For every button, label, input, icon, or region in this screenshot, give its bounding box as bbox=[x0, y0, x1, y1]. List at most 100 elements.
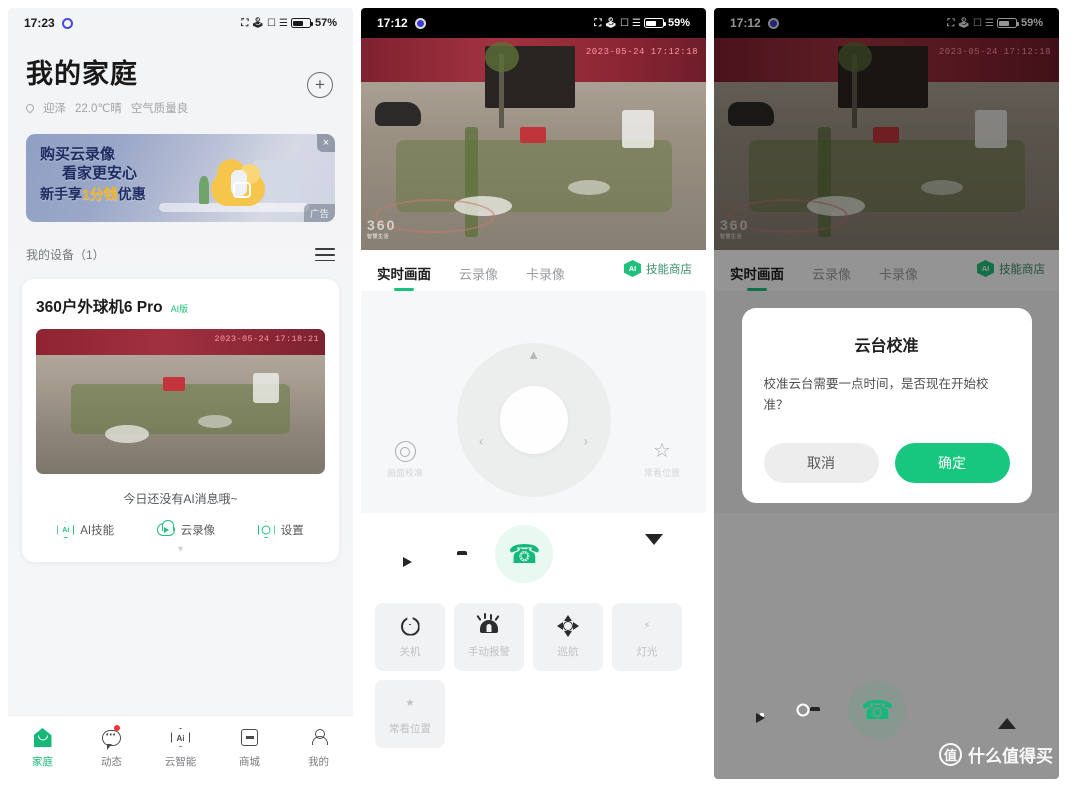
status-bar: 17:12 ⛶ 🕹 ☐ ☰ 59% bbox=[361, 8, 706, 38]
talk-button[interactable]: ☎ bbox=[848, 681, 907, 739]
ad-banner[interactable]: 购买云录像 看家更安心 新手享1分钱优惠 × 广告 bbox=[26, 134, 335, 222]
battery-icon bbox=[643, 18, 666, 28]
ad-play-icon bbox=[233, 182, 251, 198]
tile-light[interactable]: ⚡ 灯光 bbox=[612, 603, 682, 671]
ai-skill-button[interactable]: Ai AI技能 bbox=[57, 521, 115, 539]
cloud-record-label: 云录像 bbox=[180, 524, 216, 537]
dialog-message: 校准云台需要一点时间，是否现在开始校准？ bbox=[763, 377, 989, 413]
device-card[interactable]: 360户外球机6 Pro AI版 2023-05-24 17:18:21 今日还… bbox=[22, 279, 339, 563]
watermark-badge: 值 bbox=[939, 743, 962, 766]
tab-cloud-ai[interactable]: Ai 云智能 bbox=[146, 727, 215, 769]
device-ai-badge: AI版 bbox=[170, 304, 189, 315]
bluetooth-icon: 🕹 bbox=[604, 17, 617, 29]
location-pin-icon bbox=[24, 102, 36, 114]
light-icon: ⚡ bbox=[643, 619, 651, 632]
home-header: 我的家庭 + 迎泽 22.0℃晴 空气质量良 bbox=[8, 38, 353, 120]
expand-button[interactable] bbox=[998, 701, 1017, 729]
status-dot-icon bbox=[61, 17, 73, 29]
tile-cruise[interactable]: 巡航 bbox=[533, 603, 603, 671]
settings-button[interactable]: 设置 bbox=[257, 521, 304, 539]
air-quality-label: 空气质量良 bbox=[130, 103, 189, 115]
video-dish2-shape bbox=[568, 179, 610, 195]
ad-close-icon[interactable]: × bbox=[317, 134, 335, 152]
screenshot-stage: 17:23 ⛶ 🕹 ☐ ☰ 57% 我的家庭 + 迎泽 22.0℃晴 空气质量良 bbox=[0, 0, 1080, 787]
talk-button[interactable]: ☎ bbox=[495, 525, 554, 583]
status-bar: 17:23 ⛶ 🕹 ☐ ☰ 57% bbox=[8, 8, 353, 38]
tab-cloud-record[interactable]: 云录像 bbox=[459, 264, 498, 291]
shop-icon bbox=[241, 729, 258, 746]
tab-card-record[interactable]: 卡录像 bbox=[526, 264, 565, 291]
video-watermark: 360 智慧生活 bbox=[367, 217, 397, 240]
watermark-text: 什么值得买 bbox=[968, 747, 1053, 766]
tile-power[interactable]: 关机 bbox=[375, 603, 445, 671]
tile-manual-alarm[interactable]: 手动报警 bbox=[454, 603, 524, 671]
ptz-left-icon[interactable]: ‹ bbox=[479, 434, 483, 449]
skill-store-icon: AI bbox=[624, 260, 641, 277]
ad-line-1: 购买云录像 bbox=[40, 146, 116, 163]
power-icon bbox=[400, 615, 420, 637]
location-label: 迎泽 bbox=[43, 103, 66, 115]
cloud-record-button[interactable]: 云录像 bbox=[156, 520, 216, 538]
skill-store-button[interactable]: AI 技能商店 bbox=[624, 260, 692, 277]
tab-shop[interactable]: 商城 bbox=[215, 727, 284, 769]
nfc-icon: ⛶ bbox=[594, 17, 601, 29]
nfc-icon: ⛶ bbox=[241, 17, 248, 29]
temperature-label: 22.0℃晴 bbox=[75, 103, 122, 115]
bluetooth-icon: 🕹 bbox=[251, 17, 264, 29]
ptz-dial[interactable]: ▲ bbox=[456, 343, 611, 497]
ad-tag-label: 广告 bbox=[303, 204, 335, 222]
unread-badge bbox=[113, 724, 120, 731]
tab-live-view[interactable]: 实时画面 bbox=[377, 263, 431, 291]
tab-mine[interactable]: 我的 bbox=[284, 727, 353, 769]
ptz-calibrate-button[interactable]: 画面校准 bbox=[387, 441, 423, 479]
tile-favorite-position-label: 常看位置 bbox=[389, 723, 431, 735]
tile-power-label: 关机 bbox=[399, 646, 421, 658]
thumb-dish-shape bbox=[105, 424, 150, 443]
thumb-red-object bbox=[163, 377, 186, 392]
status-time: 17:23 bbox=[24, 16, 55, 30]
device-card-title: 360户外球机6 Pro AI版 bbox=[36, 295, 325, 317]
cancel-button[interactable]: 取消 bbox=[763, 442, 879, 483]
ad-illustration bbox=[157, 152, 317, 216]
vibrate-icon: ☐ bbox=[267, 17, 276, 29]
signal-icon: ☰ bbox=[279, 17, 288, 29]
add-device-button[interactable]: + bbox=[307, 72, 333, 98]
function-tile-grid: 关机 手动报警 巡航 ⚡ 灯光 ★ 常看位置 bbox=[361, 593, 706, 748]
confirm-button[interactable]: 确定 bbox=[894, 442, 1010, 483]
ptz-calibrate-label: 画面校准 bbox=[387, 468, 424, 478]
ptz-up-icon[interactable]: ▲ bbox=[527, 347, 540, 362]
tab-home-label: 家庭 bbox=[32, 755, 53, 768]
ptz-favorites-button[interactable]: ☆ 常看位置 bbox=[644, 441, 680, 479]
ptz-favorites-label: 常看位置 bbox=[643, 468, 680, 478]
tile-light-label: 灯光 bbox=[636, 646, 658, 658]
video-white-object bbox=[622, 110, 655, 149]
no-ai-message-text: 今日还没有AI消息哦~ bbox=[123, 492, 238, 507]
phone-icon: ☎ bbox=[861, 695, 894, 725]
battery-percent: 59% bbox=[667, 17, 690, 29]
ptz-center-button[interactable] bbox=[499, 386, 568, 454]
ai-skill-icon: Ai bbox=[57, 521, 75, 539]
card-expand-handle[interactable]: ▾ bbox=[36, 544, 325, 554]
thumb-white-object bbox=[252, 372, 279, 403]
ptz-right-icon[interactable]: › bbox=[584, 434, 588, 449]
battery-icon bbox=[290, 18, 313, 28]
thumb-dish2-shape bbox=[197, 415, 232, 428]
tab-mine-label: 我的 bbox=[308, 755, 329, 768]
tile-favorite-position[interactable]: ★ 常看位置 bbox=[375, 680, 445, 748]
ai-skill-label: AI技能 bbox=[80, 524, 115, 537]
ai-icon: Ai bbox=[171, 728, 190, 747]
settings-icon bbox=[257, 521, 275, 539]
list-menu-icon[interactable] bbox=[315, 244, 335, 265]
star-icon: ☆ bbox=[653, 440, 671, 462]
live-video-view[interactable]: 2023-05-24 17:12:18 360 智慧生活 bbox=[361, 38, 706, 250]
tab-home[interactable]: 家庭 bbox=[8, 727, 77, 769]
my-devices-label: 我的设备（1） bbox=[26, 248, 105, 263]
tab-dynamic[interactable]: ••• 动态 bbox=[77, 724, 146, 769]
device-name: 360户外球机6 Pro bbox=[36, 299, 163, 317]
thumb-timestamp: 2023-05-24 17:18:21 bbox=[214, 334, 319, 345]
live-tab-row: 实时画面 云录像 卡录像 AI 技能商店 bbox=[361, 250, 706, 291]
ad-line-3: 新手享1分钱优惠 bbox=[40, 185, 146, 202]
collapse-button[interactable] bbox=[645, 534, 664, 563]
video-red-object bbox=[519, 127, 546, 144]
device-thumbnail[interactable]: 2023-05-24 17:18:21 bbox=[36, 329, 325, 475]
